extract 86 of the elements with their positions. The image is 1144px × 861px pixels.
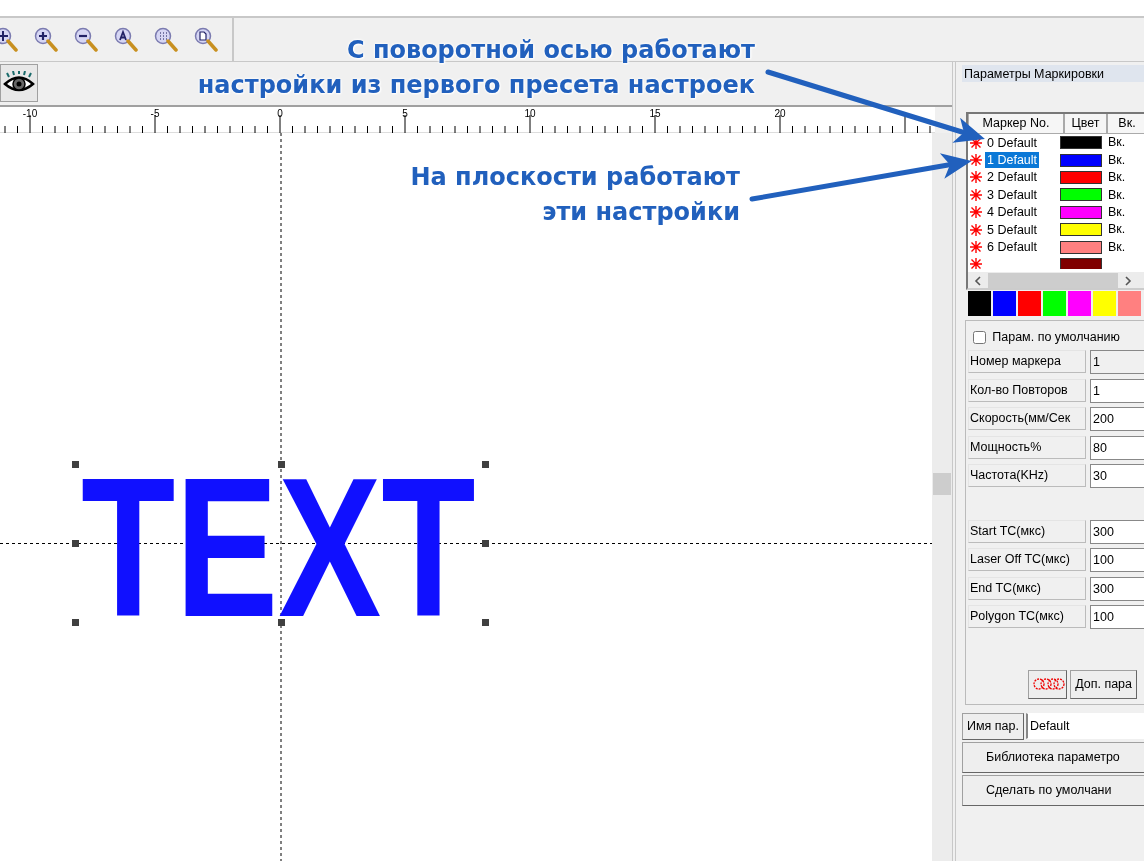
param-field[interactable]: 300 bbox=[1090, 519, 1144, 544]
param-label: Start TC(мкс) bbox=[968, 519, 1086, 543]
state-text: Вк. bbox=[1108, 186, 1126, 204]
selection-handle[interactable] bbox=[482, 619, 489, 626]
rings-button[interactable] bbox=[1028, 669, 1067, 699]
zoom-page-icon[interactable] bbox=[194, 26, 218, 53]
state-text: Вк. bbox=[1108, 134, 1126, 152]
ruler-label: 0 bbox=[277, 108, 283, 119]
scrollbar[interactable] bbox=[932, 133, 952, 861]
laser-icon bbox=[970, 188, 982, 201]
param-label: Частота(KHz) bbox=[968, 464, 1086, 487]
panel-title: Параметры Маркировки bbox=[962, 65, 1144, 82]
state-text: Вк. bbox=[1108, 238, 1126, 256]
param-field[interactable]: 200 bbox=[1090, 407, 1144, 431]
param-label: Номер маркера bbox=[968, 350, 1086, 373]
palette-color[interactable] bbox=[1018, 291, 1041, 316]
annotation-text: настройки из первого пресета настроек bbox=[197, 70, 755, 101]
param-label: Polygon TC(мкс) bbox=[968, 605, 1086, 628]
state-text: Вк. bbox=[1108, 169, 1126, 187]
annotation-text: С поворотной осью работают bbox=[346, 35, 755, 66]
zoom-all-icon[interactable] bbox=[114, 26, 138, 53]
ruler-label: -5 bbox=[150, 108, 160, 119]
annotation-text: эти настройки bbox=[542, 197, 740, 228]
ruler-label: 15 bbox=[649, 108, 661, 119]
palette-color[interactable] bbox=[993, 291, 1016, 316]
param-field[interactable]: 30 bbox=[1090, 464, 1144, 488]
checkbox-label: Парам. по умолчанию bbox=[992, 328, 1120, 346]
pan-zoom-icon[interactable] bbox=[0, 26, 18, 53]
selection-handle[interactable] bbox=[72, 540, 79, 547]
annotation-text: На плоскости работают bbox=[410, 162, 740, 193]
param-label: End TC(мкс) bbox=[968, 576, 1086, 600]
param-label: Laser Off TC(мкс) bbox=[968, 548, 1086, 571]
param-label: Кол-во Повторов bbox=[968, 378, 1086, 402]
more-params-button[interactable]: Доп. пара bbox=[1070, 669, 1138, 699]
laser-icon bbox=[970, 206, 982, 219]
selection-handle[interactable] bbox=[278, 461, 285, 468]
state-text: Вк. bbox=[1108, 151, 1126, 169]
laser-icon bbox=[970, 258, 982, 269]
column-header[interactable]: Маркер No. bbox=[968, 114, 1064, 134]
zoom-in-icon[interactable] bbox=[34, 26, 58, 53]
palette-color[interactable] bbox=[1118, 291, 1141, 316]
rings-icon bbox=[1033, 677, 1065, 692]
palette-color[interactable] bbox=[1068, 291, 1091, 316]
palette-color[interactable] bbox=[1093, 291, 1116, 316]
marker-name[interactable]: 2 Default bbox=[985, 169, 1040, 186]
zoom-grid-icon[interactable] bbox=[154, 26, 178, 53]
param-name-field[interactable]: Default bbox=[1025, 713, 1144, 739]
marker-name[interactable]: 3 Default bbox=[985, 186, 1040, 203]
state-text: Вк. bbox=[1108, 221, 1126, 239]
marker-name[interactable]: 0 Default bbox=[985, 134, 1040, 151]
selection-handle[interactable] bbox=[72, 619, 79, 626]
panel-button[interactable]: Библиотека параметро bbox=[962, 742, 1144, 773]
zoom-out-icon[interactable] bbox=[74, 26, 98, 53]
param-label: Мощность% bbox=[968, 435, 1086, 459]
panel-button[interactable]: Сделать по умолчани bbox=[962, 775, 1144, 806]
canvas-text[interactable]: TEXT bbox=[81, 449, 476, 647]
laser-icon bbox=[970, 223, 982, 236]
ruler-label: 20 bbox=[774, 108, 786, 119]
palette-color[interactable] bbox=[1043, 291, 1066, 316]
laser-icon bbox=[970, 171, 982, 184]
palette-color[interactable] bbox=[968, 291, 991, 316]
marker-name[interactable]: 1 Default bbox=[985, 152, 1040, 169]
selection-handle[interactable] bbox=[482, 461, 489, 468]
laser-icon bbox=[970, 154, 982, 167]
selection-handle[interactable] bbox=[72, 461, 79, 468]
laser-icon bbox=[970, 241, 982, 254]
ruler-label: -10 bbox=[22, 108, 38, 119]
param-field[interactable]: 100 bbox=[1090, 605, 1144, 629]
default-params-checkbox[interactable] bbox=[973, 330, 986, 344]
marker-name[interactable]: 5 Default bbox=[985, 221, 1040, 238]
selection-handle[interactable] bbox=[278, 619, 285, 626]
eye-button[interactable] bbox=[0, 64, 38, 102]
ruler-label: 5 bbox=[402, 108, 408, 119]
param-label: Скорость(мм/Сек bbox=[968, 407, 1086, 430]
column-header[interactable]: Вк. bbox=[1107, 114, 1144, 134]
param-field[interactable]: 100 bbox=[1090, 548, 1144, 572]
column-header[interactable]: Цвет bbox=[1064, 114, 1107, 134]
state-text: Вк. bbox=[1108, 203, 1126, 221]
param-field[interactable]: 300 bbox=[1090, 576, 1144, 601]
marker-name[interactable]: 6 Default bbox=[985, 239, 1040, 256]
ruler-label: 10 bbox=[524, 108, 536, 119]
marker-name[interactable]: 4 Default bbox=[985, 204, 1040, 221]
param-field[interactable]: 1 bbox=[1090, 378, 1144, 403]
param-field[interactable]: 80 bbox=[1090, 435, 1144, 460]
selection-handle[interactable] bbox=[482, 540, 489, 547]
param-name-button[interactable]: Имя пар. bbox=[962, 713, 1024, 740]
